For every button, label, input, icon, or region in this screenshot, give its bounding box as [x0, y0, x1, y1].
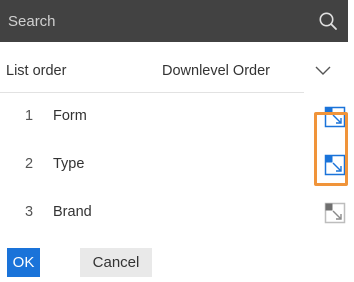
cancel-button[interactable]: Cancel — [80, 248, 152, 277]
list-item-label: Form — [53, 108, 87, 124]
list-item-label: Brand — [53, 204, 92, 220]
list-item-number: 2 — [25, 156, 34, 172]
list-order-heading: List order — [6, 63, 67, 79]
list-item-number: 1 — [25, 108, 34, 124]
chevron-down-icon — [315, 66, 331, 75]
sort-order-label: Downlevel Order — [162, 63, 270, 79]
list-header: List order Downlevel Order — [0, 51, 348, 91]
search-icon[interactable] — [318, 11, 338, 31]
right-margin — [348, 0, 354, 282]
list-item-number: 3 — [25, 204, 34, 220]
list-item: 1 Form — [0, 93, 348, 141]
list-item-label: Type — [53, 156, 85, 172]
ok-button[interactable]: OK — [7, 248, 40, 277]
list-item: 2 Type — [0, 141, 348, 189]
list-order-panel: List order Downlevel Order 1 Form 2 Type — [0, 0, 348, 282]
highlight-box — [314, 112, 348, 186]
search-bar — [0, 0, 348, 42]
expand-toggle-icon[interactable] — [324, 202, 346, 224]
list-item: 3 Brand — [0, 189, 348, 237]
search-input[interactable] — [0, 0, 348, 42]
sort-order-select[interactable]: Downlevel Order — [160, 57, 340, 87]
